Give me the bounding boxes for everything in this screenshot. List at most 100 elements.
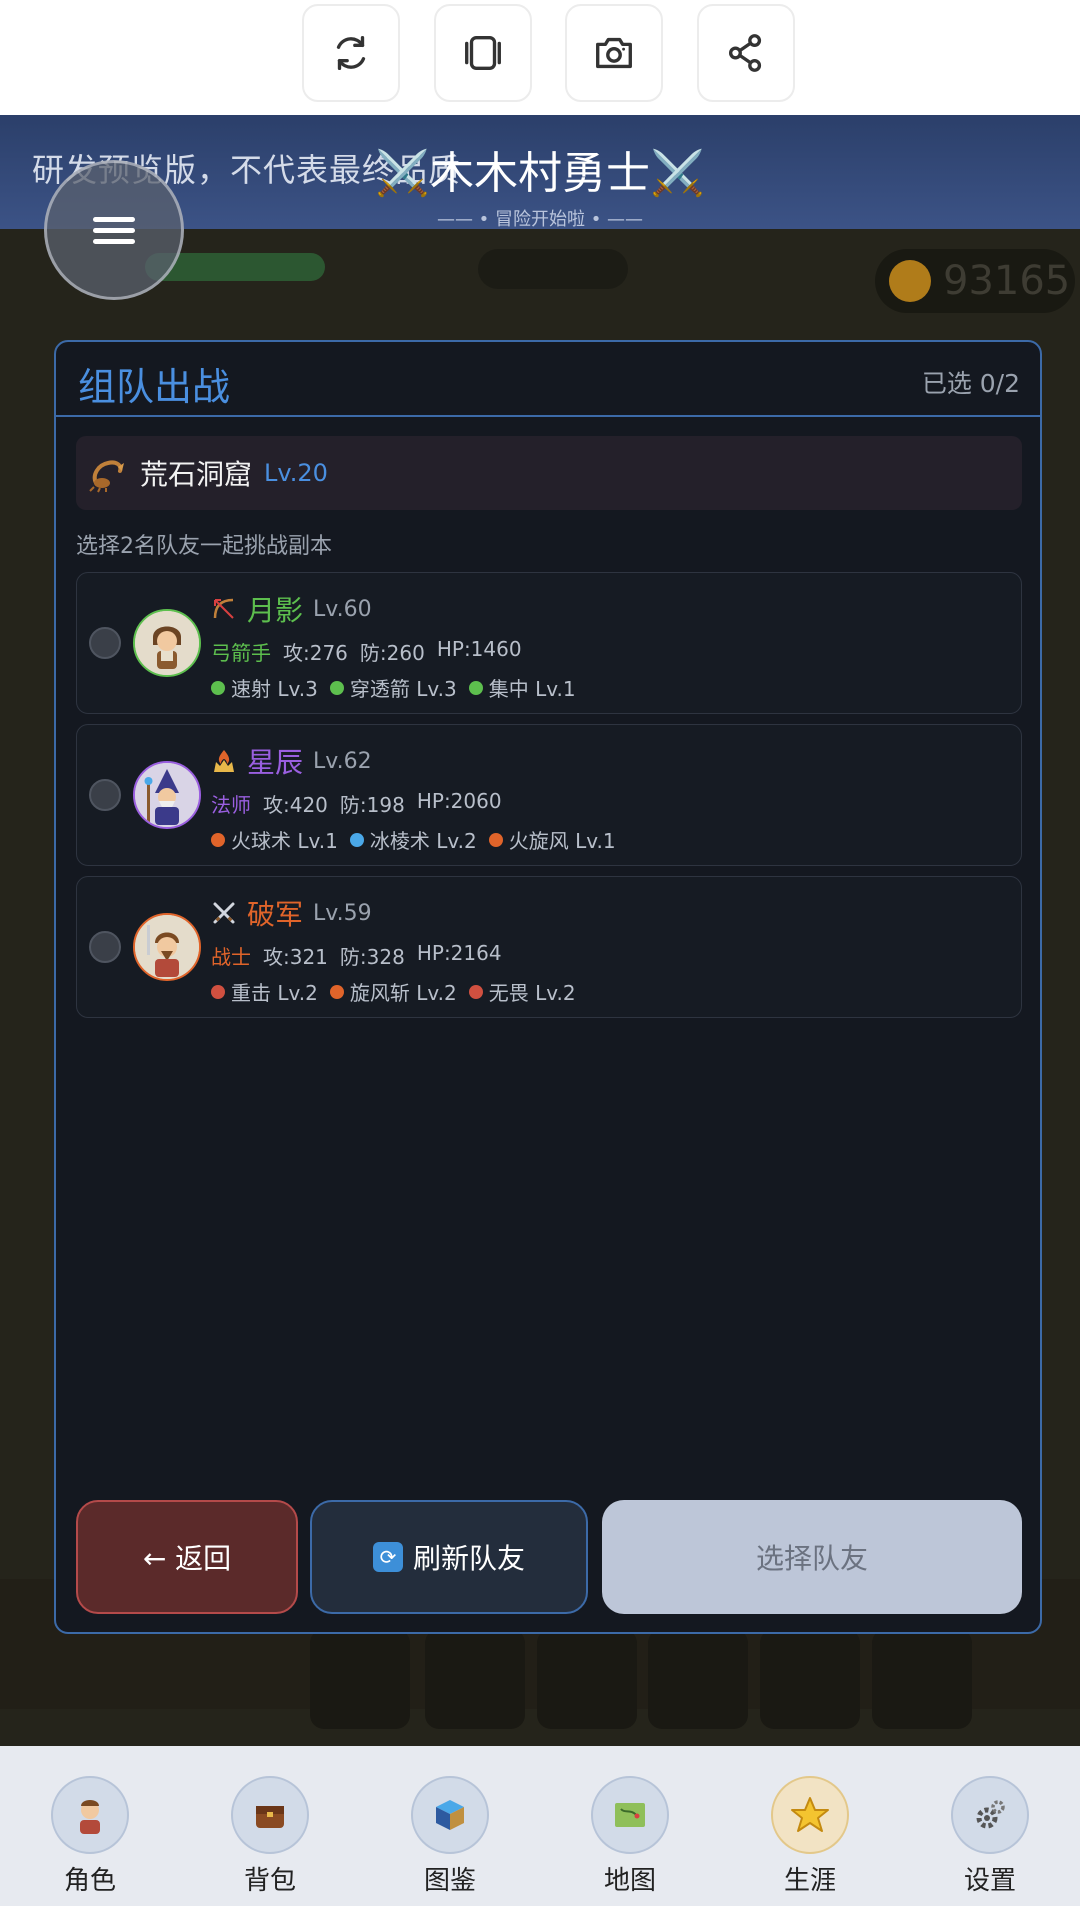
teammate-card[interactable]: 月影 Lv.60 弓箭手 攻:276 防:260 HP:1460 速射 Lv.3…	[76, 572, 1022, 714]
skill-tag: 火球术 Lv.1	[211, 825, 338, 854]
skill-icon	[211, 984, 225, 999]
nav-label: 背包	[243, 1866, 296, 1896]
teammate-class: 战士	[211, 945, 251, 969]
item-slot	[648, 1629, 748, 1729]
map-icon	[591, 1776, 669, 1854]
share-button[interactable]	[697, 4, 795, 102]
gear-icon	[951, 1776, 1029, 1854]
refresh-teammates-button[interactable]: ⟳ 刷新队友	[310, 1500, 588, 1614]
refresh-teammates-label: 刷新队友	[412, 1542, 525, 1575]
teammate-card[interactable]: 星辰 Lv.62 法师 攻:420 防:198 HP:2060 火球术 Lv.1…	[76, 724, 1022, 866]
selection-hint: 选择2名队友一起挑战副本	[76, 534, 332, 559]
backpack-icon	[231, 1776, 309, 1854]
nav-label: 地图	[603, 1866, 656, 1896]
bow-icon	[213, 598, 234, 619]
archer-avatar-icon	[135, 611, 199, 675]
nav-backpack[interactable]: 背包	[180, 1746, 360, 1906]
skill-icon	[468, 984, 483, 999]
skill-icon	[488, 832, 503, 847]
codex-icon	[411, 1776, 489, 1854]
flame-crown-icon	[214, 750, 234, 772]
camera-icon	[596, 37, 632, 69]
screenshot-button[interactable]	[565, 4, 663, 102]
nav-label: 生涯	[783, 1866, 836, 1896]
dungeon-name: 荒石洞窟	[140, 458, 253, 491]
gold-amount: 93165	[943, 258, 1071, 304]
nav-character[interactable]: 角色	[0, 1746, 180, 1906]
avatar	[133, 913, 201, 981]
nav-label: 图鉴	[423, 1866, 476, 1896]
stat-attack: 攻:321	[263, 945, 328, 969]
skill-icon	[468, 680, 483, 695]
stat-hp: HP:2164	[416, 941, 502, 965]
skill-icon	[329, 680, 344, 695]
dungeon-info: 荒石洞窟 Lv.20	[76, 436, 1022, 510]
skill-tag: 重击 Lv.2	[211, 977, 318, 1006]
menu-button[interactable]	[44, 160, 184, 300]
status-pill	[478, 249, 628, 289]
teammate-level: Lv.59	[313, 900, 372, 926]
teammate-class: 弓箭手	[211, 641, 271, 665]
skill-icon	[349, 832, 364, 847]
selected-count: 已选 0/2	[921, 369, 1020, 398]
crossed-swords-icon	[213, 902, 235, 924]
scorpion-icon	[89, 460, 124, 493]
modal-header: 组队出战 已选 0/2	[56, 342, 1040, 417]
skill-tag: 火旋风 Lv.1	[488, 825, 616, 854]
item-slot	[872, 1629, 972, 1729]
share-icon	[728, 34, 762, 72]
teammate-level: Lv.60	[313, 596, 372, 622]
gold-counter: 93165	[875, 249, 1075, 313]
nav-settings[interactable]: 设置	[900, 1746, 1080, 1906]
star-icon	[771, 1776, 849, 1854]
skill-icon	[211, 680, 225, 695]
teammate-name: 月影	[247, 594, 304, 627]
teammate-level: Lv.62	[313, 748, 372, 774]
nav-label: 角色	[63, 1866, 116, 1896]
skill-icon	[329, 984, 344, 999]
coin-icon	[889, 260, 931, 302]
character-icon	[51, 1776, 129, 1854]
warrior-avatar-icon	[135, 915, 199, 979]
refresh-button[interactable]	[302, 4, 400, 102]
stat-defense: 防:328	[339, 945, 405, 969]
select-radio[interactable]	[89, 779, 121, 811]
select-radio[interactable]	[89, 627, 121, 659]
top-toolbar	[0, 0, 1080, 115]
nav-map[interactable]: 地图	[540, 1746, 720, 1906]
item-slot	[537, 1629, 637, 1729]
teammate-card[interactable]: 破军 Lv.59 战士 攻:321 防:328 HP:2164 重击 Lv.2 …	[76, 876, 1022, 1018]
item-slot	[425, 1629, 525, 1729]
back-button[interactable]: ← 返回	[76, 1500, 298, 1614]
layers-button[interactable]	[434, 4, 532, 102]
layers-icon	[465, 35, 501, 71]
skill-tag: 穿透箭 Lv.3	[329, 673, 457, 702]
skill-tag: 冰棱术 Lv.2	[349, 825, 477, 854]
teammate-name: 破军	[247, 898, 304, 931]
item-slot	[760, 1629, 860, 1729]
modal-title: 组队出战	[78, 365, 231, 409]
avatar	[133, 609, 201, 677]
teammate-name: 星辰	[247, 746, 304, 779]
avatar	[133, 761, 201, 829]
refresh-icon	[336, 35, 366, 71]
select-teammates-button[interactable]: 选择队友	[602, 1500, 1022, 1614]
nav-career[interactable]: 生涯	[720, 1746, 900, 1906]
stat-defense: 防:198	[339, 793, 405, 817]
item-slot	[310, 1629, 410, 1729]
dungeon-level: Lv.20	[264, 459, 328, 487]
hamburger-icon	[93, 211, 135, 250]
skill-tag: 集中 Lv.1	[468, 673, 576, 702]
bottom-nav: 角色 背包 图鉴 地图 生涯 设置	[0, 1746, 1080, 1906]
mage-avatar-icon	[135, 763, 199, 827]
stat-hp: HP:2060	[416, 789, 502, 813]
select-radio[interactable]	[89, 931, 121, 963]
nav-codex[interactable]: 图鉴	[360, 1746, 540, 1906]
skill-tag: 速射 Lv.3	[211, 673, 318, 702]
skill-icon	[211, 832, 225, 847]
skill-tag: 旋风斩 Lv.2	[329, 977, 457, 1006]
stat-hp: HP:1460	[436, 637, 522, 661]
nav-label: 设置	[963, 1866, 1016, 1896]
stat-defense: 防:260	[359, 641, 425, 665]
stat-attack: 攻:420	[263, 793, 328, 817]
